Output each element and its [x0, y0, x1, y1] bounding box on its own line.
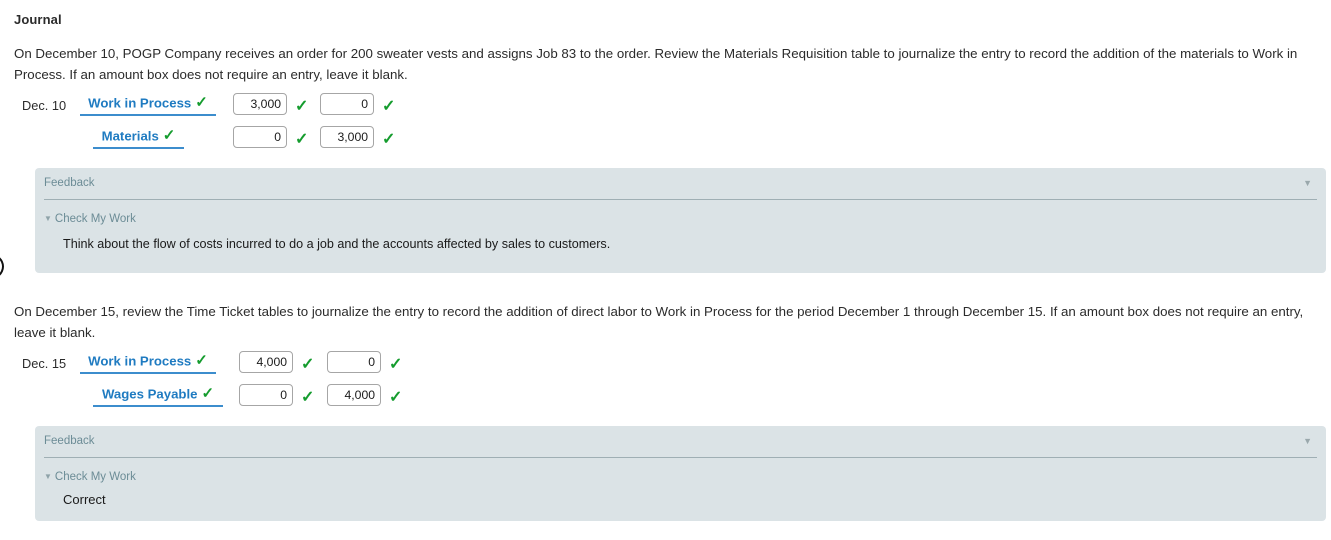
account-name-label: Work in Process: [88, 353, 192, 369]
account-field-work-in-process[interactable]: Work in Process ✓: [80, 94, 216, 116]
credit-correct-check-icon: ✓: [389, 389, 403, 406]
check-my-work-toggle[interactable]: ▼ Check My Work: [44, 471, 136, 483]
credit-amount-input[interactable]: [320, 93, 374, 115]
feedback-body-text: Think about the flow of costs incurred t…: [63, 237, 611, 251]
account-name-label: Wages Payable: [101, 386, 198, 402]
account-name-label: Work in Process: [88, 95, 192, 111]
chevron-down-icon[interactable]: ▼: [1303, 437, 1312, 446]
debit-amount-input[interactable]: [239, 351, 293, 373]
instruction-paragraph-1: On December 10, POGP Company receives an…: [14, 46, 1298, 82]
check-my-work-label: Check My Work: [54, 213, 136, 225]
debit-correct-check-icon: ✓: [295, 98, 309, 115]
feedback-panel-1: Feedback ▼ ▼ Check My Work Think about th…: [35, 168, 1326, 273]
check-my-work-toggle[interactable]: ▼ Check My Work: [44, 213, 136, 225]
account-correct-check-icon: ✓: [195, 94, 208, 112]
feedback-label: Feedback: [44, 435, 95, 447]
cursor-circle-marker: [0, 253, 4, 280]
debit-amount-input[interactable]: [233, 126, 287, 148]
feedback-label: Feedback: [44, 177, 95, 189]
debit-correct-check-icon: ✓: [301, 389, 315, 406]
debit-correct-check-icon: ✓: [295, 131, 309, 148]
feedback-panel-2: Feedback ▼ ▼ Check My Work Correct: [35, 426, 1326, 521]
credit-correct-check-icon: ✓: [389, 356, 403, 373]
feedback-divider: [44, 199, 1317, 200]
entry-date: Dec. 10: [22, 98, 67, 113]
credit-correct-check-icon: ✓: [382, 98, 396, 115]
account-field-wages-payable[interactable]: Wages Payable ✓: [93, 385, 223, 407]
debit-amount-input[interactable]: [239, 384, 293, 406]
check-my-work-label: Check My Work: [54, 471, 136, 483]
journal-page: Journal On December 10, POGP Company rec…: [0, 0, 1331, 540]
debit-correct-check-icon: ✓: [301, 356, 315, 373]
chevron-down-icon[interactable]: ▼: [1303, 179, 1312, 188]
account-field-materials[interactable]: Materials ✓: [93, 127, 184, 149]
credit-amount-input[interactable]: [320, 126, 374, 148]
debit-amount-input[interactable]: [233, 93, 287, 115]
account-correct-check-icon: ✓: [195, 352, 208, 370]
credit-amount-input[interactable]: [327, 351, 381, 373]
caret-down-icon: ▼: [44, 472, 52, 482]
credit-amount-input[interactable]: [327, 384, 381, 406]
account-correct-check-icon: ✓: [201, 385, 215, 403]
page-title: Journal: [14, 12, 62, 27]
account-field-work-in-process[interactable]: Work in Process ✓: [80, 352, 216, 374]
account-correct-check-icon: ✓: [162, 127, 176, 145]
credit-correct-check-icon: ✓: [382, 131, 396, 148]
entry-date: Dec. 15: [22, 356, 67, 371]
account-name-label: Materials: [101, 128, 159, 144]
feedback-body-text: Correct: [63, 492, 106, 507]
caret-down-icon: ▼: [44, 214, 52, 224]
feedback-divider: [44, 457, 1317, 458]
instruction-paragraph-2: On December 15, review the Time Ticket t…: [14, 304, 1304, 340]
